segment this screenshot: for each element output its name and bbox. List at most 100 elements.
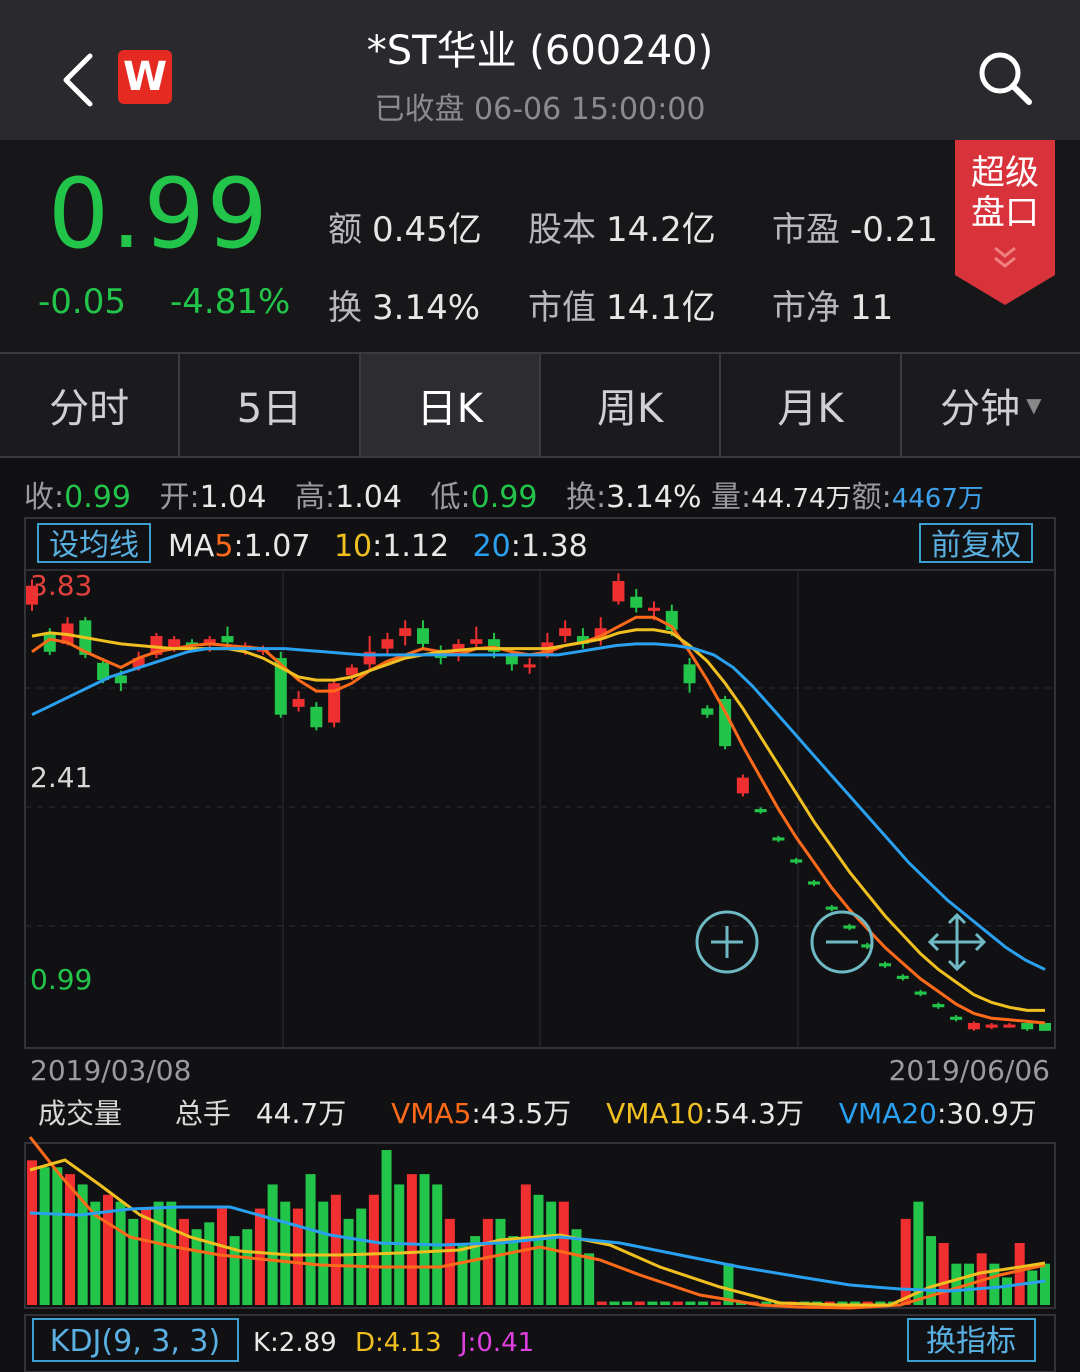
kdj-j: J:0.41 xyxy=(458,1328,534,1358)
volume-bar xyxy=(672,1301,683,1305)
price-change-pct: -4.81% xyxy=(170,282,291,322)
candle xyxy=(310,706,323,728)
volume-bar xyxy=(596,1301,607,1305)
volume-bar xyxy=(710,1301,721,1305)
volume-bar xyxy=(52,1167,63,1305)
stat-label: 额 xyxy=(328,210,362,250)
ma10-value: :1.12 xyxy=(372,529,449,564)
switch-indicator-label: 换指标 xyxy=(926,1324,1016,1359)
candle xyxy=(1021,1022,1034,1030)
dropdown-caret-icon: ▼ xyxy=(1026,393,1042,417)
ma-legend: MA5:1.07 10:1.12 20:1.38 xyxy=(168,529,588,564)
stat-label: 市净 xyxy=(772,288,840,328)
candle xyxy=(612,581,625,602)
tab-label: 月K xyxy=(777,386,844,432)
volume-bar xyxy=(292,1208,303,1305)
volume-title: 成交量 xyxy=(38,1097,122,1130)
date-start-label: 2019/03/08 xyxy=(30,1054,191,1087)
tab-5day[interactable]: 5日 xyxy=(180,354,361,456)
candle xyxy=(807,881,820,885)
candle xyxy=(914,991,927,995)
kdj-values: K:2.89 D:4.13 J:0.41 xyxy=(253,1328,534,1358)
candle xyxy=(790,859,803,863)
volume-bar xyxy=(1027,1270,1038,1305)
vma10-label: VMA10 xyxy=(606,1097,704,1130)
stat-pb: 市净 11 xyxy=(772,280,893,329)
volume-bar xyxy=(318,1201,329,1305)
stat-label: 换 xyxy=(328,288,362,328)
volume-bar xyxy=(406,1174,417,1305)
amount-label: 额: xyxy=(851,480,892,515)
vma5-label: VMA5 xyxy=(391,1097,471,1130)
candle xyxy=(896,975,909,979)
close-label: 收: xyxy=(24,480,65,515)
volume-bars-layer xyxy=(27,1150,1050,1305)
tab-label: 5日 xyxy=(236,386,303,432)
candle xyxy=(630,596,643,608)
volume-bar xyxy=(900,1218,911,1305)
tab-weekly-k[interactable]: 周K xyxy=(541,354,722,456)
volume-bar xyxy=(254,1208,265,1305)
volume-bar xyxy=(242,1229,253,1305)
volume-bar xyxy=(520,1184,531,1305)
axis-low-label: 0.99 xyxy=(30,963,92,996)
volume-bar xyxy=(698,1301,709,1305)
volume-bar xyxy=(64,1174,75,1305)
ma5-line xyxy=(31,615,1046,1025)
stat-value: 11 xyxy=(850,288,894,328)
volume-bar xyxy=(356,1208,367,1305)
kline-chart[interactable]: 设均线 MA5:1.07 10:1.12 20:1.38 前复权 3.83 2.… xyxy=(0,515,1080,1372)
volume-bar xyxy=(457,1243,468,1305)
candle xyxy=(221,636,234,643)
set-ma-label: 设均线 xyxy=(49,528,139,563)
low-value: 0.99 xyxy=(470,480,538,515)
volume-bar xyxy=(343,1218,354,1305)
amount-value: 4467万 xyxy=(891,484,984,514)
turnover-value: 3.14% xyxy=(606,480,702,515)
tab-label: 周K xyxy=(597,386,664,432)
hands-value: 44.7万 xyxy=(256,1097,346,1130)
volume-bar xyxy=(330,1194,341,1305)
last-price: 0.99 xyxy=(48,158,270,270)
super-line1: 超级 xyxy=(971,153,1039,193)
period-tabs: 分时 5日 日K 周K 月K 分钟 ▼ xyxy=(0,352,1080,458)
volume-bar xyxy=(495,1218,506,1305)
open-value: 1.04 xyxy=(199,480,267,515)
adjust-label: 前复权 xyxy=(931,528,1021,563)
kdj-label: KDJ(9, 3, 3) xyxy=(50,1324,220,1359)
candle xyxy=(292,698,305,707)
volume-label: 量: xyxy=(711,480,752,515)
page-title: *ST华业 (600240) xyxy=(366,28,714,74)
tab-monthly-k[interactable]: 月K xyxy=(721,354,902,456)
volume-bar xyxy=(368,1194,379,1305)
super-orderbook-button[interactable]: 超级 盘口 xyxy=(955,140,1055,305)
volume-bar xyxy=(305,1174,316,1305)
ma5-key: 5 xyxy=(214,529,233,564)
zoom-out-icon[interactable] xyxy=(810,910,874,974)
kdj-d: D:4.13 xyxy=(355,1328,442,1358)
volume-bar xyxy=(584,1253,595,1305)
candle xyxy=(985,1024,998,1028)
volume-bar xyxy=(229,1236,240,1305)
date-end-label: 2019/06/06 xyxy=(889,1054,1050,1087)
high-label: 高: xyxy=(295,480,336,515)
zoom-in-icon[interactable] xyxy=(695,910,759,974)
tab-minute[interactable]: 分钟 ▼ xyxy=(902,354,1080,456)
tab-intraday[interactable]: 分时 xyxy=(0,354,181,456)
vma20-value: :30.9万 xyxy=(937,1097,1037,1130)
candle xyxy=(879,963,892,967)
ohlc-summary: 收:0.99 开:1.04 高:1.04 低:0.99 换:3.14% 量:44… xyxy=(24,472,1074,516)
high-value: 1.04 xyxy=(335,480,402,515)
candle xyxy=(950,1016,963,1020)
search-icon[interactable] xyxy=(975,48,1035,108)
candle xyxy=(843,925,856,929)
stat-turnover: 换 3.14% xyxy=(328,280,480,329)
candle xyxy=(114,675,127,684)
volume-value: 44.74万 xyxy=(751,484,852,514)
volume-bar xyxy=(938,1243,949,1305)
volume-bar xyxy=(267,1184,278,1305)
candle xyxy=(648,607,661,611)
volume-bar xyxy=(115,1201,126,1305)
tab-daily-k[interactable]: 日K xyxy=(360,354,541,456)
vma10-value: :54.3万 xyxy=(704,1097,804,1130)
